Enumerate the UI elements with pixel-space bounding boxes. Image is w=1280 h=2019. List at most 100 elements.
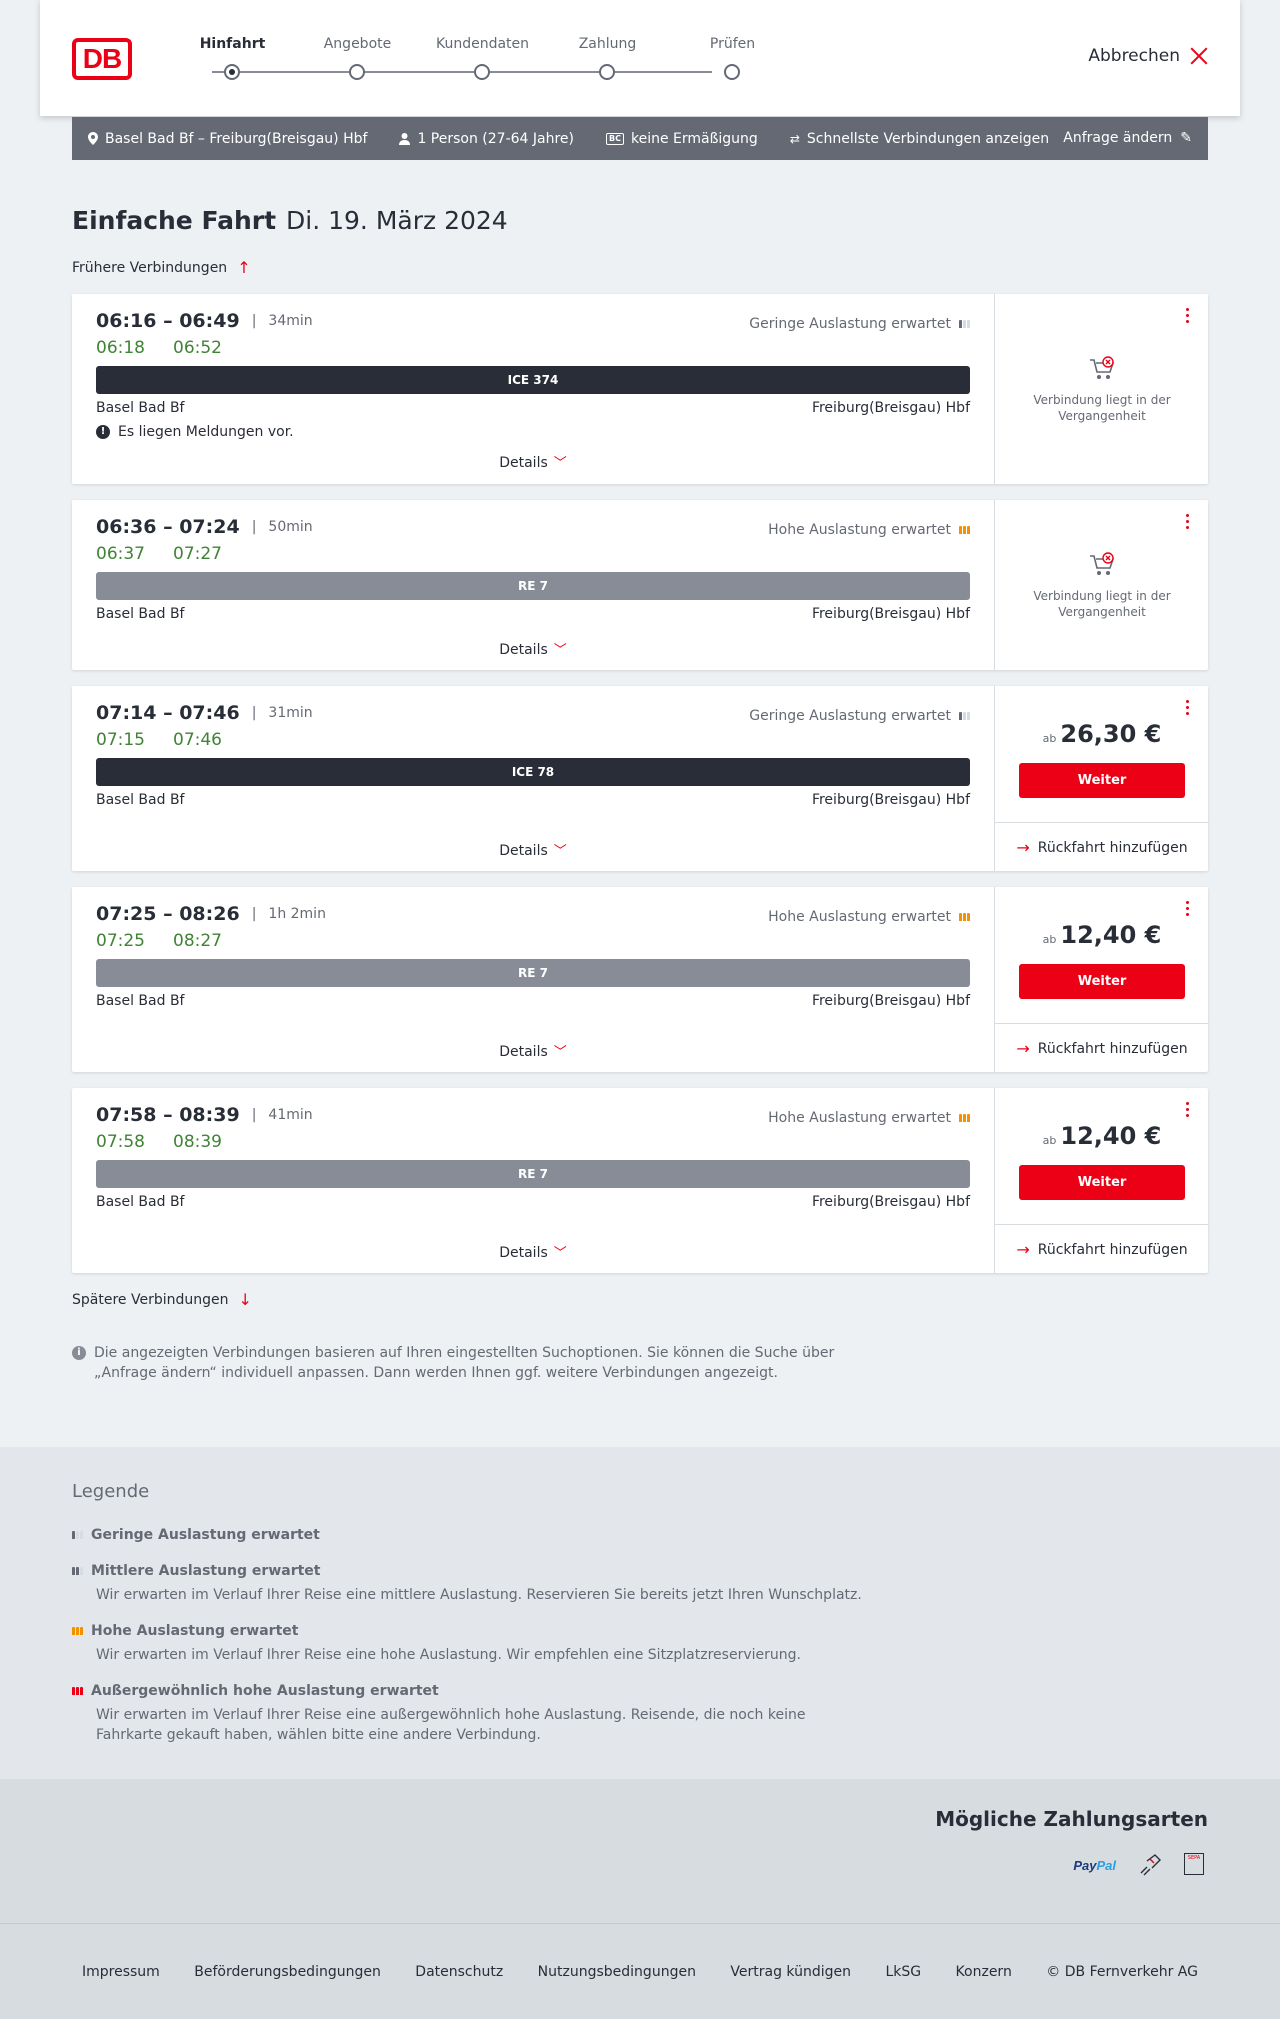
legend-item-medium: Mittlere Auslastung erwartet Wir erwarte… [72,1563,872,1605]
occupancy-text: Geringe Auslastung erwartet [749,708,951,724]
train-bar[interactable]: ICE 374 [96,366,970,394]
step-dot [599,64,615,80]
connection-times: 06:16 – 06:49 | 34min [96,310,313,332]
details-toggle[interactable]: Details ﹀ [72,1041,994,1060]
step-hinfahrt: Hinfahrt [170,0,295,116]
past-connection-info: Verbindung liegt in der Vergangenheit [995,356,1209,424]
close-icon [1190,47,1208,65]
realtime-departure: 06:37 [96,544,145,564]
notice: ! Es liegen Meldungen vor. [96,424,294,440]
db-logo[interactable]: DB [72,38,132,80]
chevron-down-icon: ﹀ [553,456,567,471]
connection-card: 07:58 – 08:39 | 41min 07:58 08:39 Hohe Au… [72,1088,1209,1274]
separator: | [251,906,257,922]
paypal-icon: PayPal [1073,1858,1116,1873]
step-zahlung: Zahlung [545,0,670,116]
more-options-icon[interactable] [1186,1102,1192,1120]
footer-link-kuendigen[interactable]: Vertrag kündigen [730,1964,851,1980]
cancel-button[interactable]: Abbrechen [1088,46,1208,66]
add-return-button[interactable]: → Rückfahrt hinzufügen [995,1023,1209,1073]
details-toggle[interactable]: Details ﹀ [72,1242,994,1261]
details-label: Details [499,455,548,471]
details-label: Details [499,1044,548,1060]
duration: 34min [268,313,313,329]
more-options-icon[interactable] [1186,700,1192,718]
change-request-label: Anfrage ändern [1063,130,1173,146]
search-summary-bar: Basel Bad Bf – Freiburg(Breisgau) Hbf 1 … [72,117,1208,160]
add-return-button[interactable]: → Rückfahrt hinzufügen [995,822,1209,872]
more-options-icon[interactable] [1186,514,1192,532]
occupancy-high-icon [959,526,970,534]
occupancy-low-icon [959,712,970,720]
footer-link-konzern[interactable]: Konzern [956,1964,1012,1980]
realtime-departure: 07:58 [96,1132,145,1152]
realtime-arrival: 07:27 [173,544,222,564]
payment-methods-section: Mögliche Zahlungsarten PayPal SEPA [0,1779,1280,1923]
train-bar[interactable]: RE 7 [96,1160,970,1188]
occupancy-low-icon [959,320,970,328]
price-prefix: ab [1042,1134,1057,1147]
legend-item-title: Außergewöhnlich hohe Auslastung erwartet [91,1683,439,1699]
legend-item-title: Geringe Auslastung erwartet [91,1527,320,1543]
pencil-icon: ✎ [1180,130,1192,146]
step-dot [349,64,365,80]
cancel-label: Abbrechen [1088,46,1180,66]
departure-station: Basel Bad Bf [96,1194,185,1210]
legend-item-title: Hohe Auslastung erwartet [91,1623,299,1639]
info-text: Die angezeigten Verbindungen basieren au… [94,1345,835,1381]
credit-card-hand-icon [1140,1854,1161,1876]
footer-link-datenschutz[interactable]: Datenschutz [415,1964,503,1980]
legend-item-low: Geringe Auslastung erwartet [72,1527,872,1543]
footer: Impressum Beförderungsbedingungen Datens… [0,1923,1280,2019]
continue-button[interactable]: Weiter [1019,964,1185,999]
continue-button[interactable]: Weiter [1019,763,1185,798]
travel-date: Di. 19. März 2024 [286,206,508,235]
step-angebote: Angebote [295,0,420,116]
footer-link-impressum[interactable]: Impressum [82,1964,160,1980]
earlier-connections-link[interactable]: Frühere Verbindungen ↑ [72,258,251,277]
legend-title: Legende [72,1481,150,1502]
planned-times: 07:25 – 08:26 [96,903,240,925]
payment-icons: PayPal SEPA [1073,1853,1208,1877]
fastest-info: ⇄ Schnellste Verbindungen anzeigen [790,131,1049,147]
price-prefix: ab [1042,933,1057,946]
details-toggle[interactable]: Details ﹀ [72,840,994,859]
details-label: Details [499,843,548,859]
offer-panel: ab 26,30 € Weiter → Rückfahrt hinzufügen [994,686,1209,872]
trip-type: Einfache Fahrt [72,206,277,235]
connection-times: 07:25 – 08:26 | 1h 2min [96,903,326,925]
step-label: Zahlung [578,36,637,52]
paypal-part-a: Pay [1073,1857,1097,1873]
realtime-arrival: 08:39 [173,1132,222,1152]
train-bar[interactable]: RE 7 [96,959,970,987]
occupancy-medium-icon [72,1567,83,1575]
more-options-icon[interactable] [1186,901,1192,919]
occupancy-text: Geringe Auslastung erwartet [749,316,951,332]
route-info: Basel Bad Bf – Freiburg(Breisgau) Hbf [88,131,367,147]
earlier-label: Frühere Verbindungen [72,259,228,276]
train-bar[interactable]: ICE 78 [96,758,970,786]
location-pin-icon [88,132,98,145]
payment-title: Mögliche Zahlungsarten [935,1807,1208,1831]
later-label: Spätere Verbindungen [72,1291,229,1308]
arrow-up-icon: ↑ [237,258,251,277]
more-options-icon[interactable] [1186,308,1192,326]
price: ab 12,40 € [995,1122,1209,1150]
step-label: Kundendaten [435,36,530,52]
later-connections-link[interactable]: Spätere Verbindungen ↓ [72,1290,252,1309]
departure-station: Basel Bad Bf [96,792,185,808]
add-return-button[interactable]: → Rückfahrt hinzufügen [995,1224,1209,1274]
footer-link-nutzung[interactable]: Nutzungsbedingungen [538,1964,696,1980]
legend-item-exceptional: Außergewöhnlich hohe Auslastung erwartet… [72,1683,872,1745]
footer-link-lksg[interactable]: LkSG [885,1964,921,1980]
details-toggle[interactable]: Details ﹀ [72,639,994,658]
train-bar[interactable]: RE 7 [96,572,970,600]
change-request-button[interactable]: Anfrage ändern ✎ [1063,130,1192,146]
add-return-label: Rückfahrt hinzufügen [1037,839,1188,856]
details-label: Details [499,1245,548,1261]
occupancy-info: Hohe Auslastung erwartet [768,522,970,538]
page-title: Einfache Fahrt Di. 19. März 2024 [72,206,508,235]
continue-button[interactable]: Weiter [1019,1165,1185,1200]
footer-link-befoerderung[interactable]: Beförderungsbedingungen [194,1964,381,1980]
details-toggle[interactable]: Details ﹀ [72,452,994,471]
